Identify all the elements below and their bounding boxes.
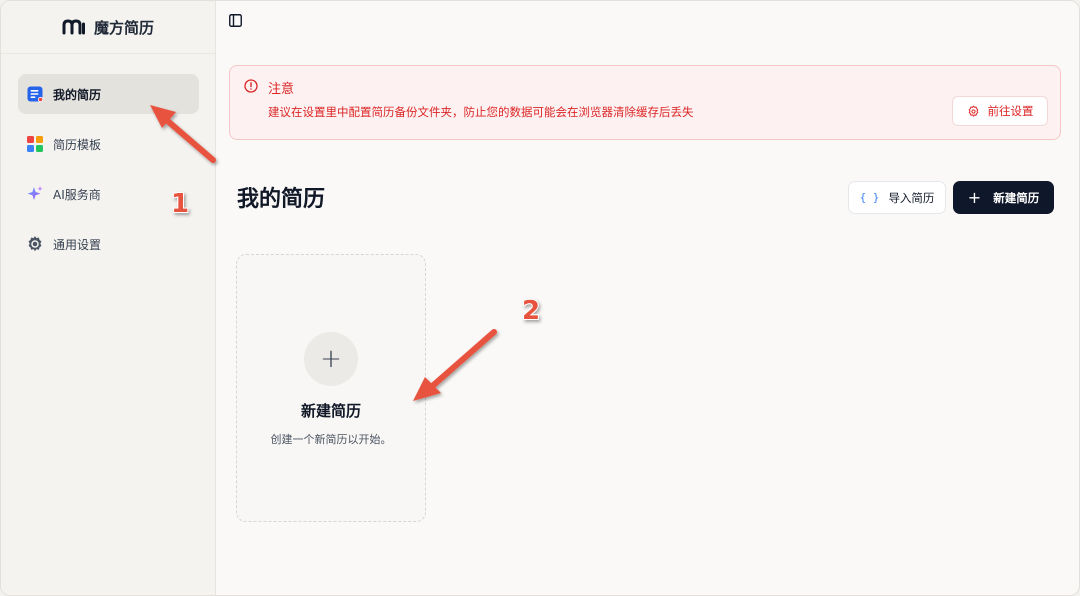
sidebar-item-label: AI服务商 xyxy=(53,187,101,202)
gear-icon xyxy=(26,235,44,253)
backup-warning-alert: 注意 建议在设置里中配置简历备份文件夹，防止您的数据可能会在浏览器清除缓存后丢失… xyxy=(229,65,1061,140)
new-resume-card-title: 新建简历 xyxy=(300,402,361,420)
resume-icon xyxy=(26,85,44,103)
sidebar-nav: 我的简历 简历模板 AI服务商 通用设置 xyxy=(18,74,199,274)
sidebar-item-templates[interactable]: 简历模板 xyxy=(18,124,199,164)
brand[interactable]: 魔方简历 xyxy=(1,1,215,54)
import-resume-label: 导入简历 xyxy=(888,190,935,205)
template-grid-icon xyxy=(26,135,44,153)
alert-title: 注意 xyxy=(268,82,295,97)
sidebar-item-label: 简历模板 xyxy=(53,137,102,152)
sidebar: 魔方简历 我的简历 简历模板 AI服务商 通用设置 xyxy=(1,1,216,595)
braces-icon: { } xyxy=(859,191,880,204)
new-resume-card-subtitle: 创建一个新简历以开始。 xyxy=(270,433,392,446)
import-resume-button[interactable]: { } 导入简历 xyxy=(848,181,946,214)
panel-left-icon xyxy=(228,13,242,27)
sidebar-toggle-button[interactable] xyxy=(226,11,244,29)
sidebar-item-general-settings[interactable]: 通用设置 xyxy=(18,224,199,264)
alert-circle-icon xyxy=(244,79,258,93)
new-resume-card[interactable]: + 新建简历 创建一个新简历以开始。 xyxy=(236,254,426,522)
plus-circle-icon: + xyxy=(304,332,358,386)
go-to-settings-label: 前往设置 xyxy=(987,104,1034,118)
alert-message: 建议在设置里中配置简历备份文件夹，防止您的数据可能会在浏览器清除缓存后丢失 xyxy=(268,105,694,119)
page-title: 我的简历 xyxy=(237,187,326,212)
plus-icon: + xyxy=(967,188,982,207)
brand-name: 魔方简历 xyxy=(93,18,154,37)
settings-gear-icon xyxy=(968,105,978,117)
app-window: 魔方简历 我的简历 简历模板 AI服务商 通用设置 注意 建议在设置里中配置简历… xyxy=(0,0,1080,596)
main-content: 注意 建议在设置里中配置简历备份文件夹，防止您的数据可能会在浏览器清除缓存后丢失… xyxy=(216,1,1079,595)
brand-logo-icon xyxy=(62,19,85,35)
new-resume-label: 新建简历 xyxy=(993,190,1040,205)
sidebar-item-ai-providers[interactable]: AI服务商 xyxy=(18,174,199,214)
sidebar-item-my-resumes[interactable]: 我的简历 xyxy=(18,74,199,114)
sparkle-icon xyxy=(26,185,44,203)
sidebar-item-label: 我的简历 xyxy=(53,87,102,102)
sidebar-item-label: 通用设置 xyxy=(53,237,102,252)
new-resume-button[interactable]: + 新建简历 xyxy=(953,181,1054,214)
go-to-settings-button[interactable]: 前往设置 xyxy=(952,96,1048,126)
